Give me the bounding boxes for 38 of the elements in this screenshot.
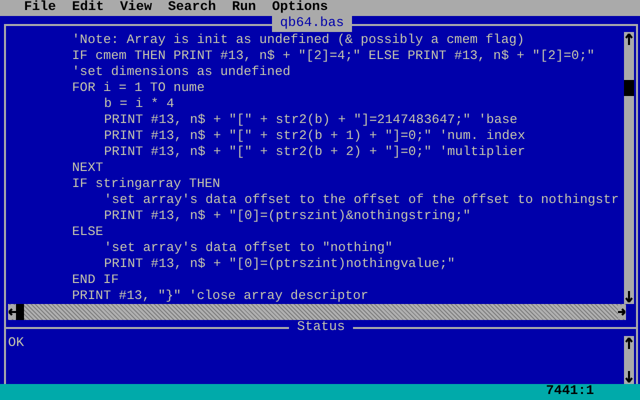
status-message: OK bbox=[8, 336, 25, 352]
code-line: b = i * 4 bbox=[104, 96, 176, 112]
up-arrow-icon[interactable] bbox=[625, 32, 633, 46]
vertical-scrollbar[interactable] bbox=[624, 336, 634, 384]
code-line: PRINT #13, n$ + "[" + str2(b + 2) + "]=0;" 'multiplier bbox=[104, 144, 526, 160]
cursor-position: 7441:1 bbox=[546, 384, 594, 400]
code-line: ELSE bbox=[72, 224, 104, 240]
right-arrow-icon[interactable] bbox=[618, 305, 626, 319]
code-line: 'set dimensions as undefined bbox=[72, 64, 292, 80]
code-line: FOR i = 1 TO nume bbox=[72, 80, 206, 96]
code-line: 'set array's data offset to "nothing" bbox=[104, 240, 394, 256]
code-line: IF cmem THEN PRINT #13, n$ + "[2]=4;" ELSE PRINT #13, n$ + "[2]=0;" bbox=[72, 48, 596, 64]
menu-item[interactable]: Options bbox=[264, 0, 336, 16]
code-line: END IF bbox=[72, 272, 120, 288]
menu-item[interactable]: File bbox=[16, 0, 64, 16]
code-line: NEXT bbox=[72, 160, 104, 176]
code-line: IF stringarray THEN bbox=[72, 176, 222, 192]
horizontal-scrollbar[interactable] bbox=[8, 304, 626, 320]
down-arrow-icon[interactable] bbox=[625, 290, 633, 304]
menu-item[interactable]: Search bbox=[160, 0, 224, 16]
menu-item[interactable]: Edit bbox=[64, 0, 112, 16]
down-arrow-icon[interactable] bbox=[625, 370, 633, 384]
scrollbar-thumb[interactable] bbox=[16, 304, 24, 320]
code-line: 'set array's data offset to the offset of the offset to nothingstr bbox=[104, 192, 620, 208]
up-arrow-icon[interactable] bbox=[625, 336, 633, 350]
code-line: PRINT #13, n$ + "[0]=(ptrszint)nothingvalue;" bbox=[104, 256, 456, 272]
code-line: PRINT #13, n$ + "[" + str2(b + 1) + "]=0;" 'num. index bbox=[104, 128, 526, 144]
code-line: 'Note: Array is init as undefined (& possibly a cmem flag) bbox=[72, 32, 526, 48]
code-line: PRINT #13, n$ + "[0]=(ptrszint)&nothingstring;" bbox=[104, 208, 472, 224]
scrollbar-thumb[interactable] bbox=[624, 80, 634, 96]
menu-item[interactable]: View bbox=[112, 0, 160, 16]
menu-item[interactable]: Run bbox=[224, 0, 264, 16]
code-line: PRINT #13, n$ + "[" + str2(b) + "]=2147483647;" 'base bbox=[104, 112, 518, 128]
window-title: qb64.bas bbox=[272, 16, 352, 32]
vertical-scrollbar[interactable] bbox=[624, 32, 634, 304]
code-line: PRINT #13, "}" 'close array descriptor bbox=[72, 288, 370, 304]
left-arrow-icon[interactable] bbox=[8, 305, 16, 319]
status-pane-title: Status bbox=[296, 320, 346, 336]
